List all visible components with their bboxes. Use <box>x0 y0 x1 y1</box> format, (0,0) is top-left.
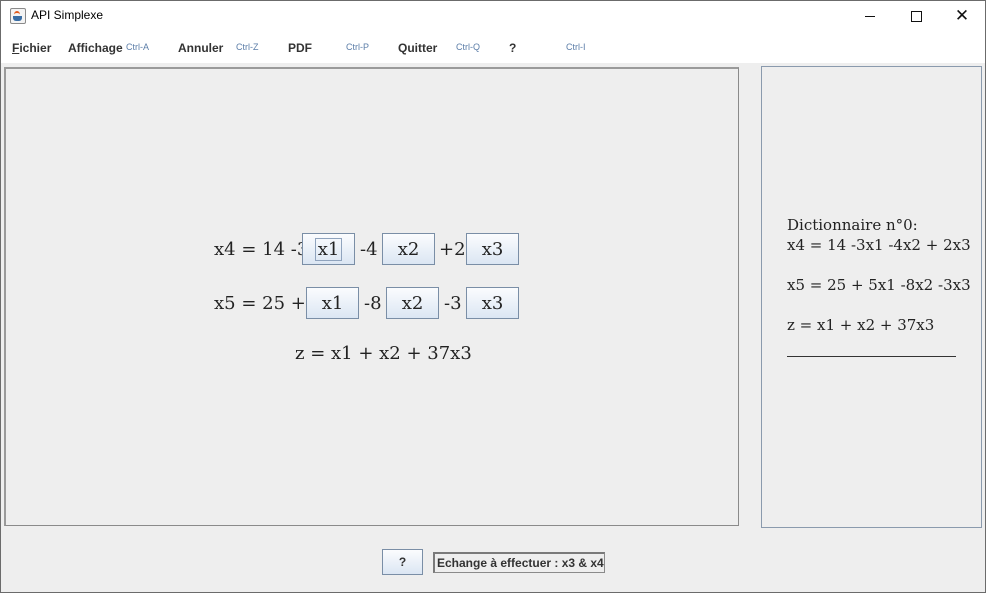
minimize-icon <box>865 15 875 17</box>
menu-pdf[interactable]: PDF <box>288 41 312 55</box>
row1-x1-button[interactable]: x1 <box>302 233 355 265</box>
row2-op3: -3 <box>444 293 462 314</box>
row1-x2-button[interactable]: x2 <box>382 233 435 265</box>
row2-x1-button[interactable]: x1 <box>306 287 359 319</box>
close-icon: ✕ <box>954 5 970 26</box>
close-button[interactable]: ✕ <box>939 1 985 31</box>
row2-lhs: x5 = 25 +5 <box>214 293 318 314</box>
java-app-icon <box>10 8 26 24</box>
dictionary-line-z: z = x1 + x2 + 37x3 <box>787 316 935 334</box>
shortcut-annuler: Ctrl-Z <box>236 42 259 52</box>
dictionary-panel: Dictionnaire n°0: x4 = 14 -3x1 -4x2 + 2x… <box>761 66 982 528</box>
row2-op2: -8 <box>364 293 382 314</box>
menu-affichage[interactable]: Affichage <box>68 41 123 55</box>
row2-x3-button[interactable]: x3 <box>466 287 519 319</box>
window-title: API Simplexe <box>31 8 104 22</box>
shortcut-pdf: Ctrl-P <box>346 42 369 52</box>
equations-panel: x4 = 14 -3 x1 -4 x2 +2 x3 x5 = 25 +5 x1 … <box>4 67 739 526</box>
row1-x3-button[interactable]: x3 <box>466 233 519 265</box>
row1-op2: -4 <box>360 239 378 260</box>
menu-help[interactable]: ? <box>509 41 516 55</box>
maximize-icon <box>910 10 922 22</box>
maximize-button[interactable] <box>893 1 939 31</box>
dictionary-line-x4: x4 = 14 -3x1 -4x2 + 2x3 <box>787 236 971 254</box>
dictionary-separator <box>787 356 956 357</box>
objective-function: z = x1 + x2 + 37x3 <box>295 343 472 364</box>
help-button[interactable]: ? <box>382 549 423 575</box>
app-window: API Simplexe ✕ Fichier Affichage Ctrl-A … <box>0 0 986 593</box>
row1-lhs: x4 = 14 -3 <box>214 239 309 260</box>
dictionary-title: Dictionnaire n°0: <box>787 216 918 234</box>
shortcut-affichage: Ctrl-A <box>126 42 149 52</box>
exchange-status-field: Echange à effectuer : x3 & x4 <box>433 552 605 573</box>
title-bar: API Simplexe ✕ <box>1 1 985 31</box>
shortcut-help: Ctrl-I <box>566 42 586 52</box>
menu-annuler[interactable]: Annuler <box>178 41 223 55</box>
minimize-button[interactable] <box>847 1 893 31</box>
dictionary-line-x5: x5 = 25 + 5x1 -8x2 -3x3 <box>787 276 971 294</box>
menu-bar: Fichier Affichage Ctrl-A Annuler Ctrl-Z … <box>1 31 985 63</box>
menu-fichier[interactable]: Fichier <box>12 41 51 55</box>
shortcut-quitter: Ctrl-Q <box>456 42 480 52</box>
menu-quitter[interactable]: Quitter <box>398 41 437 55</box>
row2-x2-button[interactable]: x2 <box>386 287 439 319</box>
row1-op3: +2 <box>439 239 466 260</box>
